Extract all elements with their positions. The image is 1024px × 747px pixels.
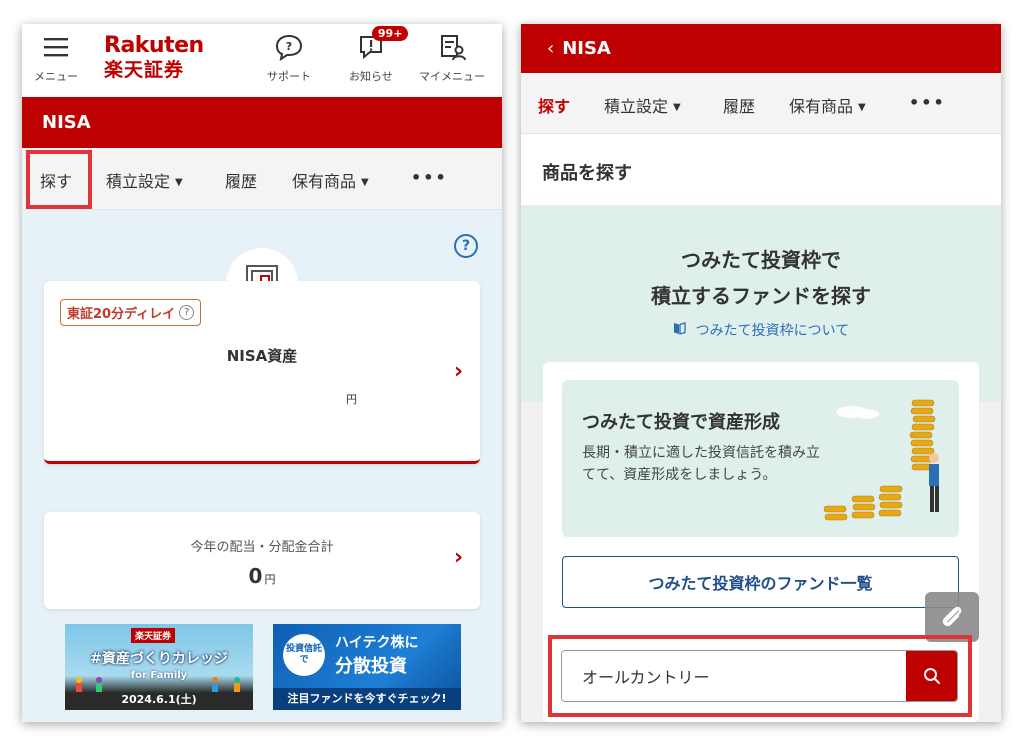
search-icon (923, 668, 940, 684)
dividend-value: 0円 (44, 564, 480, 588)
tab-accumulation-settings[interactable]: 積立設定 ▼ (604, 93, 681, 117)
tab-accumulation-label: 積立設定 (106, 172, 171, 191)
college-banner[interactable]: 楽天証券 #資産づくりカレッジ for Family 2024.6.1(土) (65, 624, 253, 710)
hero-line2: 積立するファンドを探す (651, 284, 871, 308)
banner-footer: 注目ファンドを今すぐチェック! (273, 688, 461, 710)
back-chevron-icon[interactable]: ‹ (547, 38, 554, 59)
question-icon: ? (179, 305, 195, 320)
caret-down-icon: ▼ (673, 102, 681, 113)
about-link-label: つみたて投資枠について (695, 323, 850, 339)
menu-button[interactable]: メニュー (34, 32, 78, 84)
notice-button[interactable]: 99+ お知らせ (349, 26, 409, 84)
tab-holdings-label: 保有商品 (292, 172, 357, 191)
fund-search-input[interactable] (562, 651, 906, 701)
tab-more[interactable]: ••• (411, 168, 448, 187)
caret-down-icon: ▼ (361, 177, 369, 188)
banner-date: 2024.6.1(土) (121, 693, 197, 706)
right-screen: ‹ NISA 探す 積立設定 ▼ 履歴 保有商品 ▼ ••• 商品を探す つみたて投… (521, 24, 1001, 722)
nisa-asset-card[interactable]: 東証20分ディレイ ? NISA資産 円 › (44, 281, 480, 464)
fund-list-button[interactable]: つみたて投資枠のファンド一覧 (562, 556, 959, 608)
tab-accumulation-settings[interactable]: 積立設定 ▼ (106, 168, 183, 192)
banner-sub-text: for Family (130, 670, 188, 681)
fund-list-label: つみたて投資枠のファンド一覧 (648, 574, 873, 593)
tab-search[interactable]: 探す (538, 93, 570, 117)
section-title: NISA (42, 112, 91, 133)
help-glyph: ? (461, 238, 471, 254)
help-icon[interactable]: ? (454, 234, 478, 258)
tab-history-label: 履歴 (225, 172, 258, 191)
search-button[interactable] (906, 651, 957, 701)
support-button[interactable]: ? サポート (267, 32, 311, 84)
asset-title: NISA資産 (226, 347, 298, 365)
asset-unit: 円 (346, 393, 357, 406)
coins-illustration (823, 399, 939, 521)
nisa-header: ‹ NISA (521, 24, 1001, 73)
section-title-bar: NISA (22, 97, 502, 148)
highlight-search-tab (26, 150, 92, 209)
tab-bar: 探す 積立設定 ▼ 履歴 保有商品 ▼ ••• (22, 148, 502, 210)
more-icon: ••• (411, 168, 448, 187)
more-icon: ••• (909, 93, 946, 112)
rakuten-logo[interactable]: Rakuten 楽天証券 (104, 34, 204, 82)
about-tsumitate-link[interactable]: つみたて投資枠について (521, 320, 1001, 340)
hero-line1: つみたて投資枠で (681, 248, 841, 272)
tab-search-label: 探す (538, 97, 571, 116)
tab-holdings-label: 保有商品 (789, 97, 854, 116)
dividend-unit: 円 (264, 573, 276, 586)
notice-icon: 99+ (356, 26, 409, 62)
dividend-title: 今年の配当・分配金合計 (190, 540, 334, 555)
tech-fund-banner[interactable]: 投資信託で ハイテク株に 分散投資 注目ファンドを今すぐチェック! (273, 624, 461, 710)
delay-badge[interactable]: 東証20分ディレイ ? (60, 299, 202, 326)
logo-en: Rakuten (104, 33, 204, 58)
nisa-title: NISA (562, 38, 611, 59)
notice-badge: 99+ (371, 26, 409, 41)
dividend-card[interactable]: 今年の配当・分配金合計 0円 › (44, 512, 480, 609)
book-icon (673, 322, 690, 338)
tab-accumulation-label: 積立設定 (604, 97, 669, 116)
support-label: サポート (267, 70, 311, 83)
notice-label: お知らせ (349, 70, 393, 83)
left-screen: メニュー Rakuten 楽天証券 ? サポート 99+ お知らせ マイメニュー (22, 24, 502, 722)
sub-title: 商品を探す (521, 134, 1001, 206)
promo-banner: つみたて投資で資産形成 長期・積立に適した投資信託を積み立てて、資産形成をしまし… (562, 380, 959, 537)
caret-down-icon: ▼ (858, 102, 866, 113)
support-icon: ? (274, 32, 304, 62)
menu-label: メニュー (34, 70, 78, 83)
chevron-right-icon: › (454, 359, 464, 384)
logo-jp: 楽天証券 (104, 59, 185, 81)
banner-main-text: #資産づくりカレッジ (90, 651, 228, 667)
banner-line2: 分散投資 (335, 656, 407, 677)
dividend-amount: 0 (248, 564, 263, 588)
fund-search-box (561, 650, 958, 702)
banner-circle-text: 投資信託で (283, 634, 325, 676)
promo-text: 長期・積立に適した投資信託を積み立てて、資産形成をしましょう。 (582, 445, 820, 483)
tab-history[interactable]: 履歴 (723, 93, 755, 117)
app-header: メニュー Rakuten 楽天証券 ? サポート 99+ お知らせ マイメニュー (22, 24, 502, 97)
caret-down-icon: ▼ (175, 177, 183, 188)
mymenu-icon (437, 32, 467, 62)
tab-holdings[interactable]: 保有商品 ▼ (789, 93, 866, 117)
delay-badge-label: 東証20分ディレイ (67, 307, 176, 322)
mymenu-label: マイメニュー (419, 70, 485, 83)
tab-history[interactable]: 履歴 (225, 168, 257, 192)
promo-title: つみたて投資で資産形成 (582, 412, 780, 433)
svg-text:?: ? (286, 40, 292, 53)
mymenu-button[interactable]: マイメニュー (419, 32, 485, 84)
paperclip-icon (942, 606, 962, 627)
tab-holdings[interactable]: 保有商品 ▼ (292, 168, 369, 192)
tab-history-label: 履歴 (723, 97, 756, 116)
banner-line1: ハイテク株に (335, 635, 419, 651)
hamburger-icon (41, 32, 71, 62)
nisa-summary-area: ? 東証20分ディレイ ? NISA資産 円 › 今年の配当・分配金合計 0円 … (22, 210, 502, 722)
chevron-right-icon: › (454, 545, 464, 570)
tab-bar: 探す 積立設定 ▼ 履歴 保有商品 ▼ ••• (521, 73, 1001, 134)
banner-tag: 楽天証券 (131, 628, 176, 643)
tab-more[interactable]: ••• (909, 93, 946, 112)
